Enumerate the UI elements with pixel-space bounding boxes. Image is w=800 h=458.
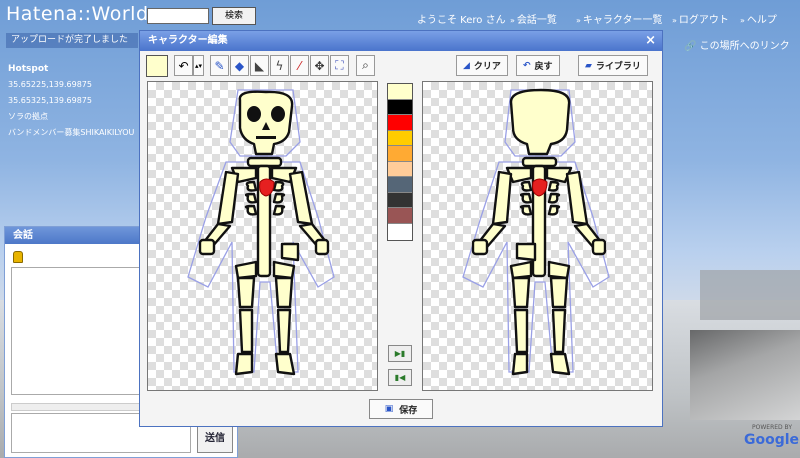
front-canvas[interactable] bbox=[147, 81, 378, 391]
character-editor-dialog: キャラクター編集 × ↶ ▴▾ ✎ ◆ ◣ ϟ ⁄ ✥ ⛶ ⌕ ◢ クリア ↶ 戻す… bbox=[139, 30, 663, 427]
search-input[interactable] bbox=[147, 8, 209, 24]
close-icon[interactable]: × bbox=[645, 33, 656, 49]
hotspot-heading: Hotspot bbox=[8, 64, 49, 74]
color-palette bbox=[387, 83, 413, 241]
undo-button[interactable]: ↶ 戻す bbox=[516, 55, 560, 76]
color-swatch[interactable] bbox=[388, 177, 412, 193]
eyedropper-icon[interactable]: ⁄ bbox=[290, 55, 309, 76]
map-attribution: POWERED BY bbox=[752, 424, 793, 431]
skeleton-back bbox=[462, 88, 610, 376]
color-swatch[interactable] bbox=[388, 161, 412, 177]
save-icon: ▣ bbox=[384, 404, 394, 414]
color-swatch[interactable] bbox=[388, 146, 412, 162]
size-stepper[interactable]: ▴▾ bbox=[193, 55, 204, 76]
nav-character-list[interactable]: » キャラクター一覧 bbox=[576, 11, 663, 26]
undo-arrow-icon: ↶ bbox=[523, 60, 531, 71]
color-swatch[interactable] bbox=[388, 130, 412, 146]
copy-left-icon[interactable]: ▮◀ bbox=[388, 369, 412, 386]
back-canvas[interactable] bbox=[422, 81, 653, 391]
link-to-here[interactable]: 🔗 この場所へのリンク bbox=[684, 37, 790, 52]
hotspot-line[interactable]: 35.65325,139.69875 bbox=[8, 96, 92, 105]
pencil-icon[interactable]: ✎ bbox=[210, 55, 229, 76]
move-icon[interactable]: ✥ bbox=[310, 55, 329, 76]
color-swatch[interactable] bbox=[388, 208, 412, 224]
google-logo[interactable]: Google bbox=[744, 432, 799, 448]
clear-button[interactable]: ◢ クリア bbox=[456, 55, 508, 76]
color-swatch[interactable] bbox=[388, 192, 412, 208]
color-swatch[interactable] bbox=[388, 99, 412, 115]
user-icon[interactable] bbox=[13, 251, 23, 263]
hotspot-line[interactable]: バンドメンバー募集SHIKAIKILYOU bbox=[8, 127, 134, 138]
nav-logout[interactable]: » ログアウト bbox=[672, 11, 729, 26]
welcome-text: ようこそ Kero さん bbox=[417, 15, 506, 26]
nav-chat-list[interactable]: » 会話一覧 bbox=[510, 11, 557, 26]
upload-notice: アップロードが完了しました bbox=[6, 33, 138, 48]
top-bar: Hatena::World 検索 ようこそ Kero さん » 会話一覧 » キャラ… bbox=[0, 0, 800, 30]
chevron-right-icon: » bbox=[510, 16, 515, 25]
library-button[interactable]: ▰ ライブラリ bbox=[578, 55, 648, 76]
color-swatch[interactable] bbox=[388, 115, 412, 131]
skeleton-front bbox=[187, 89, 335, 376]
dialog-title: キャラクター編集 bbox=[140, 31, 662, 51]
lightning-icon[interactable]: ϟ bbox=[270, 55, 289, 76]
map-building bbox=[700, 270, 800, 320]
save-button[interactable]: ▣ 保存 bbox=[369, 399, 433, 419]
zoom-icon[interactable]: ⌕ bbox=[356, 55, 375, 76]
book-icon: ▰ bbox=[585, 60, 592, 71]
color-swatch[interactable] bbox=[388, 84, 412, 100]
current-color-swatch[interactable] bbox=[146, 55, 168, 77]
chevron-right-icon: » bbox=[672, 16, 677, 25]
site-logo[interactable]: Hatena::World bbox=[6, 3, 149, 25]
bone-transform-icon[interactable]: ⛶ bbox=[330, 55, 349, 76]
map-building bbox=[690, 330, 800, 420]
chevron-right-icon: » bbox=[740, 16, 745, 25]
eraser-icon[interactable]: ◆ bbox=[230, 55, 249, 76]
chain-link-icon: 🔗 bbox=[684, 41, 697, 52]
chevron-right-icon: » bbox=[576, 16, 581, 25]
send-button[interactable]: 送信 bbox=[197, 423, 233, 453]
copy-right-icon[interactable]: ▶▮ bbox=[388, 345, 412, 362]
nav-help[interactable]: » ヘルプ bbox=[740, 11, 777, 26]
hotspot-line[interactable]: 35.65225,139.69875 bbox=[8, 80, 92, 89]
search-button[interactable]: 検索 bbox=[212, 7, 256, 25]
undo-arrow-icon[interactable]: ↶ bbox=[174, 55, 193, 76]
eraser-icon: ◢ bbox=[463, 60, 470, 71]
hotspot-line[interactable]: ソラの拠点 bbox=[8, 111, 48, 122]
color-swatch[interactable] bbox=[388, 223, 412, 239]
fill-bucket-icon[interactable]: ◣ bbox=[250, 55, 269, 76]
